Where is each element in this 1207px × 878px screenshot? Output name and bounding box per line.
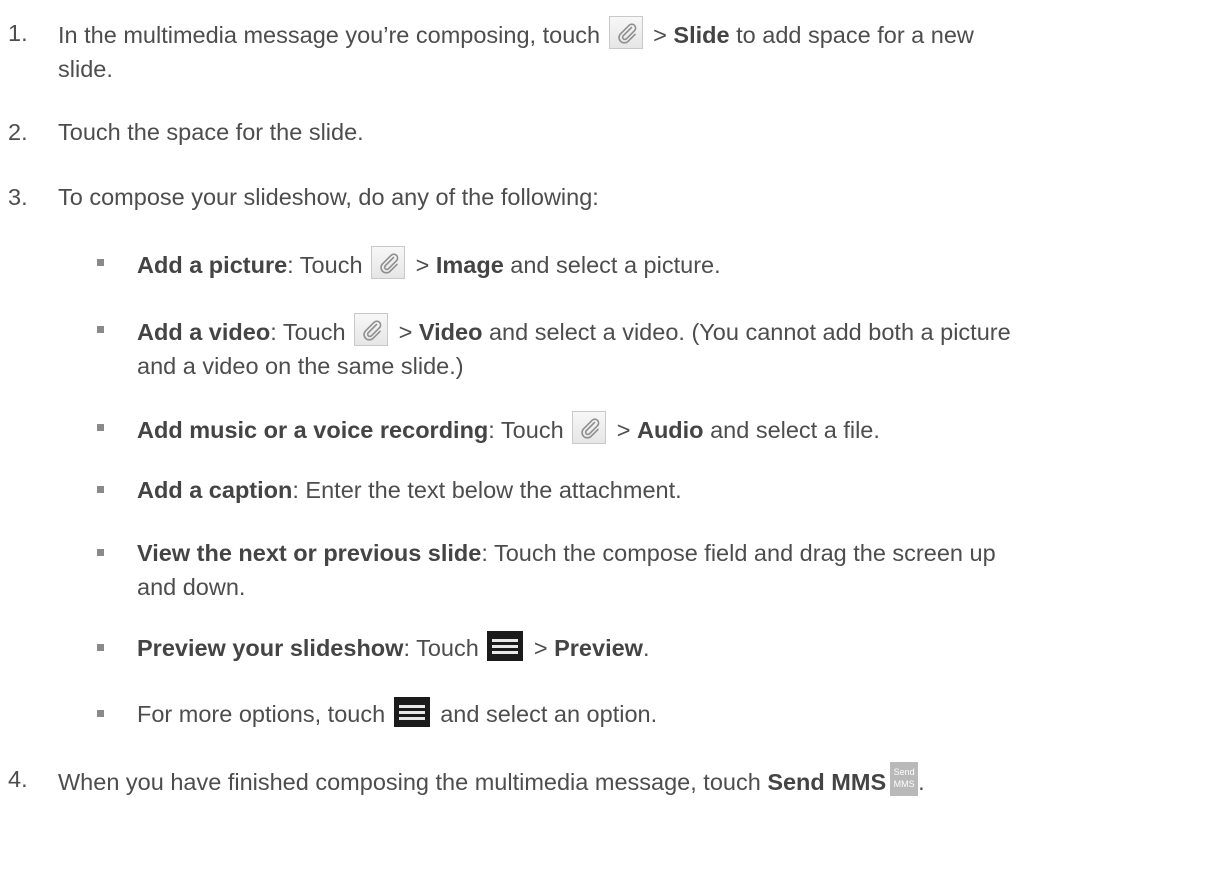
bullet-marker xyxy=(97,424,104,431)
step-3: 3. To compose your slideshow, do any of … xyxy=(0,180,1200,214)
bullet-marker xyxy=(97,710,104,717)
step-1: 1. In the multimedia message you’re comp… xyxy=(0,16,1200,86)
bullet-marker xyxy=(97,644,104,651)
step-number: 3. xyxy=(8,184,28,210)
bullet-marker xyxy=(97,549,104,556)
step-number: 1. xyxy=(8,20,28,46)
bullet-add-video: Add a video: Touch > Video and select a … xyxy=(0,313,1200,383)
bullet-preview: Preview your slideshow: Touch > Preview. xyxy=(0,631,1200,665)
bullet-more-options: For more options, touch and select an op… xyxy=(0,697,1200,731)
bullet-add-picture: Add a picture: Touch > Image and select … xyxy=(0,246,1200,282)
step-text: In the multimedia message you’re composi… xyxy=(58,16,1200,86)
step-2: 2. Touch the space for the slide. xyxy=(0,115,1200,149)
attach-button-icon xyxy=(572,411,607,444)
bullet-marker xyxy=(97,326,104,333)
menu-icon xyxy=(487,631,524,661)
send-mms-icon: Send MMS xyxy=(890,762,919,796)
bullet-marker xyxy=(97,486,104,493)
attach-button-icon xyxy=(371,246,406,279)
step-text: Touch the space for the slide. xyxy=(58,119,364,145)
step-number: 2. xyxy=(8,119,28,145)
step-4: 4. When you have finished composing the … xyxy=(0,762,1200,799)
bullet-marker xyxy=(97,259,104,266)
attach-button-icon xyxy=(354,313,389,346)
bullet-add-audio: Add music or a voice recording: Touch > … xyxy=(0,411,1200,447)
menu-icon xyxy=(393,697,430,727)
step-text: To compose your slideshow, do any of the… xyxy=(58,184,599,210)
bullet-view-slide: View the next or previous slide: Touch t… xyxy=(0,536,1200,604)
attach-button-icon xyxy=(608,16,643,49)
bullet-add-caption: Add a caption: Enter the text below the … xyxy=(0,473,1200,507)
step-text: When you have finished composing the mul… xyxy=(58,762,1200,799)
step-number: 4. xyxy=(8,766,28,792)
